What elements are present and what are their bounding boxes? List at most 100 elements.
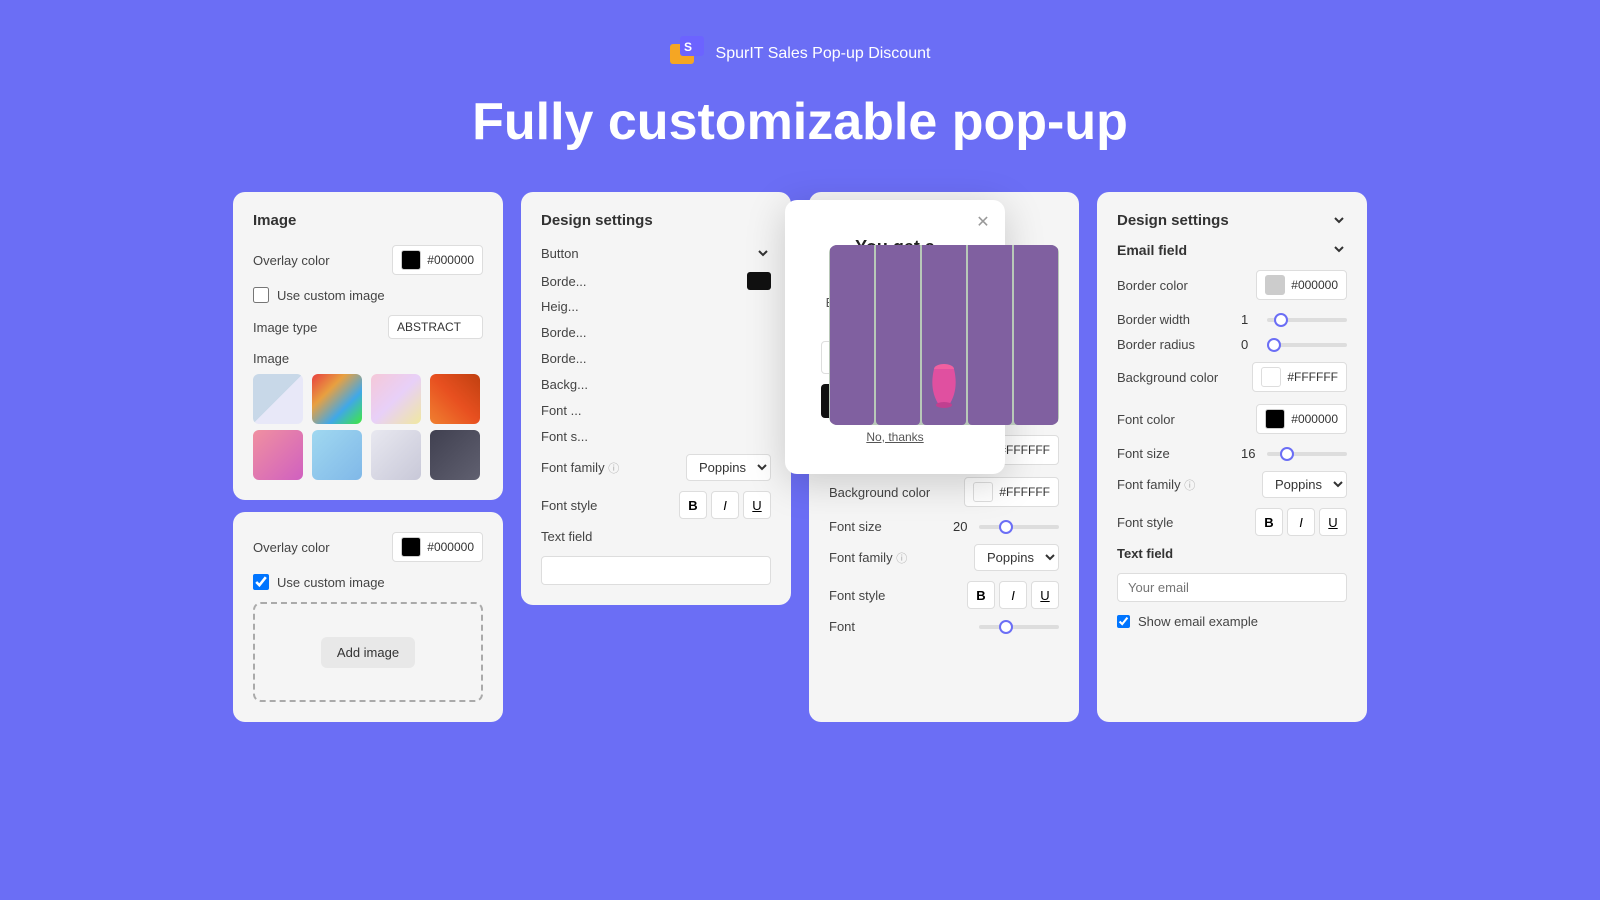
thumb-lamp[interactable] xyxy=(371,430,421,480)
bg-color-label: Backg... xyxy=(541,377,588,392)
right-border-radius-slider[interactable] xyxy=(1267,343,1347,347)
right-border-color-swatch[interactable]: #000000 xyxy=(1256,270,1347,300)
popup-no-thanks-button[interactable]: No, thanks xyxy=(866,430,923,444)
font-bottom-slider xyxy=(979,625,1059,629)
general-font-style-row: Font style B I U xyxy=(829,581,1059,609)
border-w-row: Borde... xyxy=(541,350,771,368)
border-radius-row: Borde... xyxy=(541,324,771,342)
use-custom-image-row: Use custom image xyxy=(253,287,483,303)
font-style-row: Font style B I U xyxy=(541,491,771,519)
logo-text: SpurIT Sales Pop-up Discount xyxy=(716,45,931,63)
border-color-swatch-btn[interactable] xyxy=(747,272,771,290)
right-underline-button[interactable]: U xyxy=(1319,508,1347,536)
overlay-color-value2: #000000 xyxy=(427,540,474,554)
overlay-color-label2: Overlay color xyxy=(253,540,330,555)
overlay-color-value: #000000 xyxy=(427,253,474,267)
right-design-card: Design settings Email field Border color… xyxy=(1097,192,1367,722)
logo-icon: S xyxy=(670,36,706,72)
right-font-size-slider-container: 16 xyxy=(1241,446,1347,461)
right-bg-color-label: Background color xyxy=(1117,370,1218,385)
height-label: Heig... xyxy=(541,299,579,314)
right-font-style-row: Font style B I U xyxy=(1117,508,1347,536)
general-font-size-slider[interactable] xyxy=(979,525,1059,529)
right-font-size-slider[interactable] xyxy=(1267,452,1347,456)
right-bg-color-swatch[interactable]: #FFFFFF xyxy=(1252,362,1347,392)
general-font-style-label: Font style xyxy=(829,588,885,603)
right-font-color-swatch[interactable]: #000000 xyxy=(1256,404,1347,434)
thumb-dark[interactable] xyxy=(430,430,480,480)
design-settings-title: Design settings xyxy=(541,212,771,229)
font-size-label: Font s... xyxy=(541,429,588,444)
right-border-radius-row: Border radius 0 xyxy=(1117,337,1347,352)
general-italic-button[interactable]: I xyxy=(999,581,1027,609)
use-custom-image-checkbox[interactable] xyxy=(253,287,269,303)
right-bg-color-box xyxy=(1261,367,1281,387)
general-bg-color-value: #FFFFFF xyxy=(999,485,1050,499)
design-settings-card: Design settings Button Borde... Heig... … xyxy=(521,192,791,605)
general-bg-color-box xyxy=(973,482,993,502)
right-design-section-select[interactable] xyxy=(1327,212,1347,229)
popup-close-button[interactable]: ✕ xyxy=(971,210,995,234)
image-card: Image Overlay color #000000 Use custom i… xyxy=(233,192,503,500)
overlay-color-box2 xyxy=(401,537,421,557)
images-grid xyxy=(253,374,483,480)
general-bg-color-swatch[interactable]: #FFFFFF xyxy=(964,477,1059,507)
email-field-row: Email field xyxy=(1117,241,1347,258)
button-select[interactable] xyxy=(751,245,771,262)
font-color-row: Font ... xyxy=(541,402,771,420)
image-type-select[interactable]: ABSTRACT xyxy=(388,315,483,339)
show-email-label: Show email example xyxy=(1138,614,1258,629)
italic-button[interactable]: I xyxy=(711,491,739,519)
font-family-row: Font family ⓘ Poppins xyxy=(541,454,771,481)
right-bold-button[interactable]: B xyxy=(1255,508,1283,536)
thumb-orange[interactable] xyxy=(430,374,480,424)
general-underline-button[interactable]: U xyxy=(1031,581,1059,609)
add-image-button[interactable]: Add image xyxy=(321,637,415,668)
font-style-label: Font style xyxy=(541,498,597,513)
font-bottom-label: Font xyxy=(829,619,855,634)
use-custom-image-row2: Use custom image xyxy=(253,574,483,590)
font-family-select[interactable]: Poppins xyxy=(686,454,771,481)
email-field-select[interactable] xyxy=(1327,241,1347,258)
right-border-width-slider[interactable] xyxy=(1267,318,1347,322)
use-custom-image-checkbox2[interactable] xyxy=(253,574,269,590)
thumb-sky[interactable] xyxy=(312,430,362,480)
design-card-wrapper: Design settings Button Borde... Heig... … xyxy=(521,192,791,722)
right-text-field-input[interactable] xyxy=(1117,573,1347,602)
image-type-row: Image type ABSTRACT xyxy=(253,315,483,339)
border-r-label: Borde... xyxy=(541,325,587,340)
general-font-family-select[interactable]: Poppins xyxy=(974,544,1059,571)
overlay-color-label: Overlay color xyxy=(253,253,330,268)
thumb-colorful[interactable] xyxy=(312,374,362,424)
use-custom-image-label: Use custom image xyxy=(277,288,385,303)
overlay-color-swatch[interactable]: #000000 xyxy=(392,245,483,275)
bg-color-row: Backg... xyxy=(541,376,771,394)
right-border-radius-slider-container: 0 xyxy=(1241,337,1347,352)
right-border-color-box xyxy=(1265,275,1285,295)
right-font-family-label: Font family ⓘ xyxy=(1117,477,1195,493)
font-size-slider-bottom[interactable] xyxy=(979,625,1059,629)
general-bold-button[interactable]: B xyxy=(967,581,995,609)
underline-button[interactable]: U xyxy=(743,491,771,519)
right-font-family-select[interactable]: Poppins xyxy=(1262,471,1347,498)
right-italic-button[interactable]: I xyxy=(1287,508,1315,536)
thumb-blue[interactable] xyxy=(253,374,303,424)
right-bg-color-row: Background color #FFFFFF xyxy=(1117,362,1347,392)
right-border-width-row: Border width 1 xyxy=(1117,312,1347,327)
overlay-color-swatch2[interactable]: #000000 xyxy=(392,532,483,562)
thumb-flower[interactable] xyxy=(371,374,421,424)
right-border-width-label: Border width xyxy=(1117,312,1190,327)
right-font-style-buttons: B I U xyxy=(1255,508,1347,536)
custom-image-card: Overlay color #000000 Use custom image A… xyxy=(233,512,503,722)
thumb-pink[interactable] xyxy=(253,430,303,480)
border-w-label: Borde... xyxy=(541,351,587,366)
text-field-section: Text field SUBSCRIBE xyxy=(541,529,771,585)
overlay-color-box xyxy=(401,250,421,270)
height-row: Heig... xyxy=(541,298,771,316)
general-bg-color-label: Background color xyxy=(829,485,930,500)
text-field-input[interactable]: SUBSCRIBE xyxy=(541,556,771,585)
add-image-box: Add image xyxy=(253,602,483,702)
right-font-size-label: Font size xyxy=(1117,446,1170,461)
show-email-checkbox[interactable] xyxy=(1117,615,1130,628)
bold-button[interactable]: B xyxy=(679,491,707,519)
